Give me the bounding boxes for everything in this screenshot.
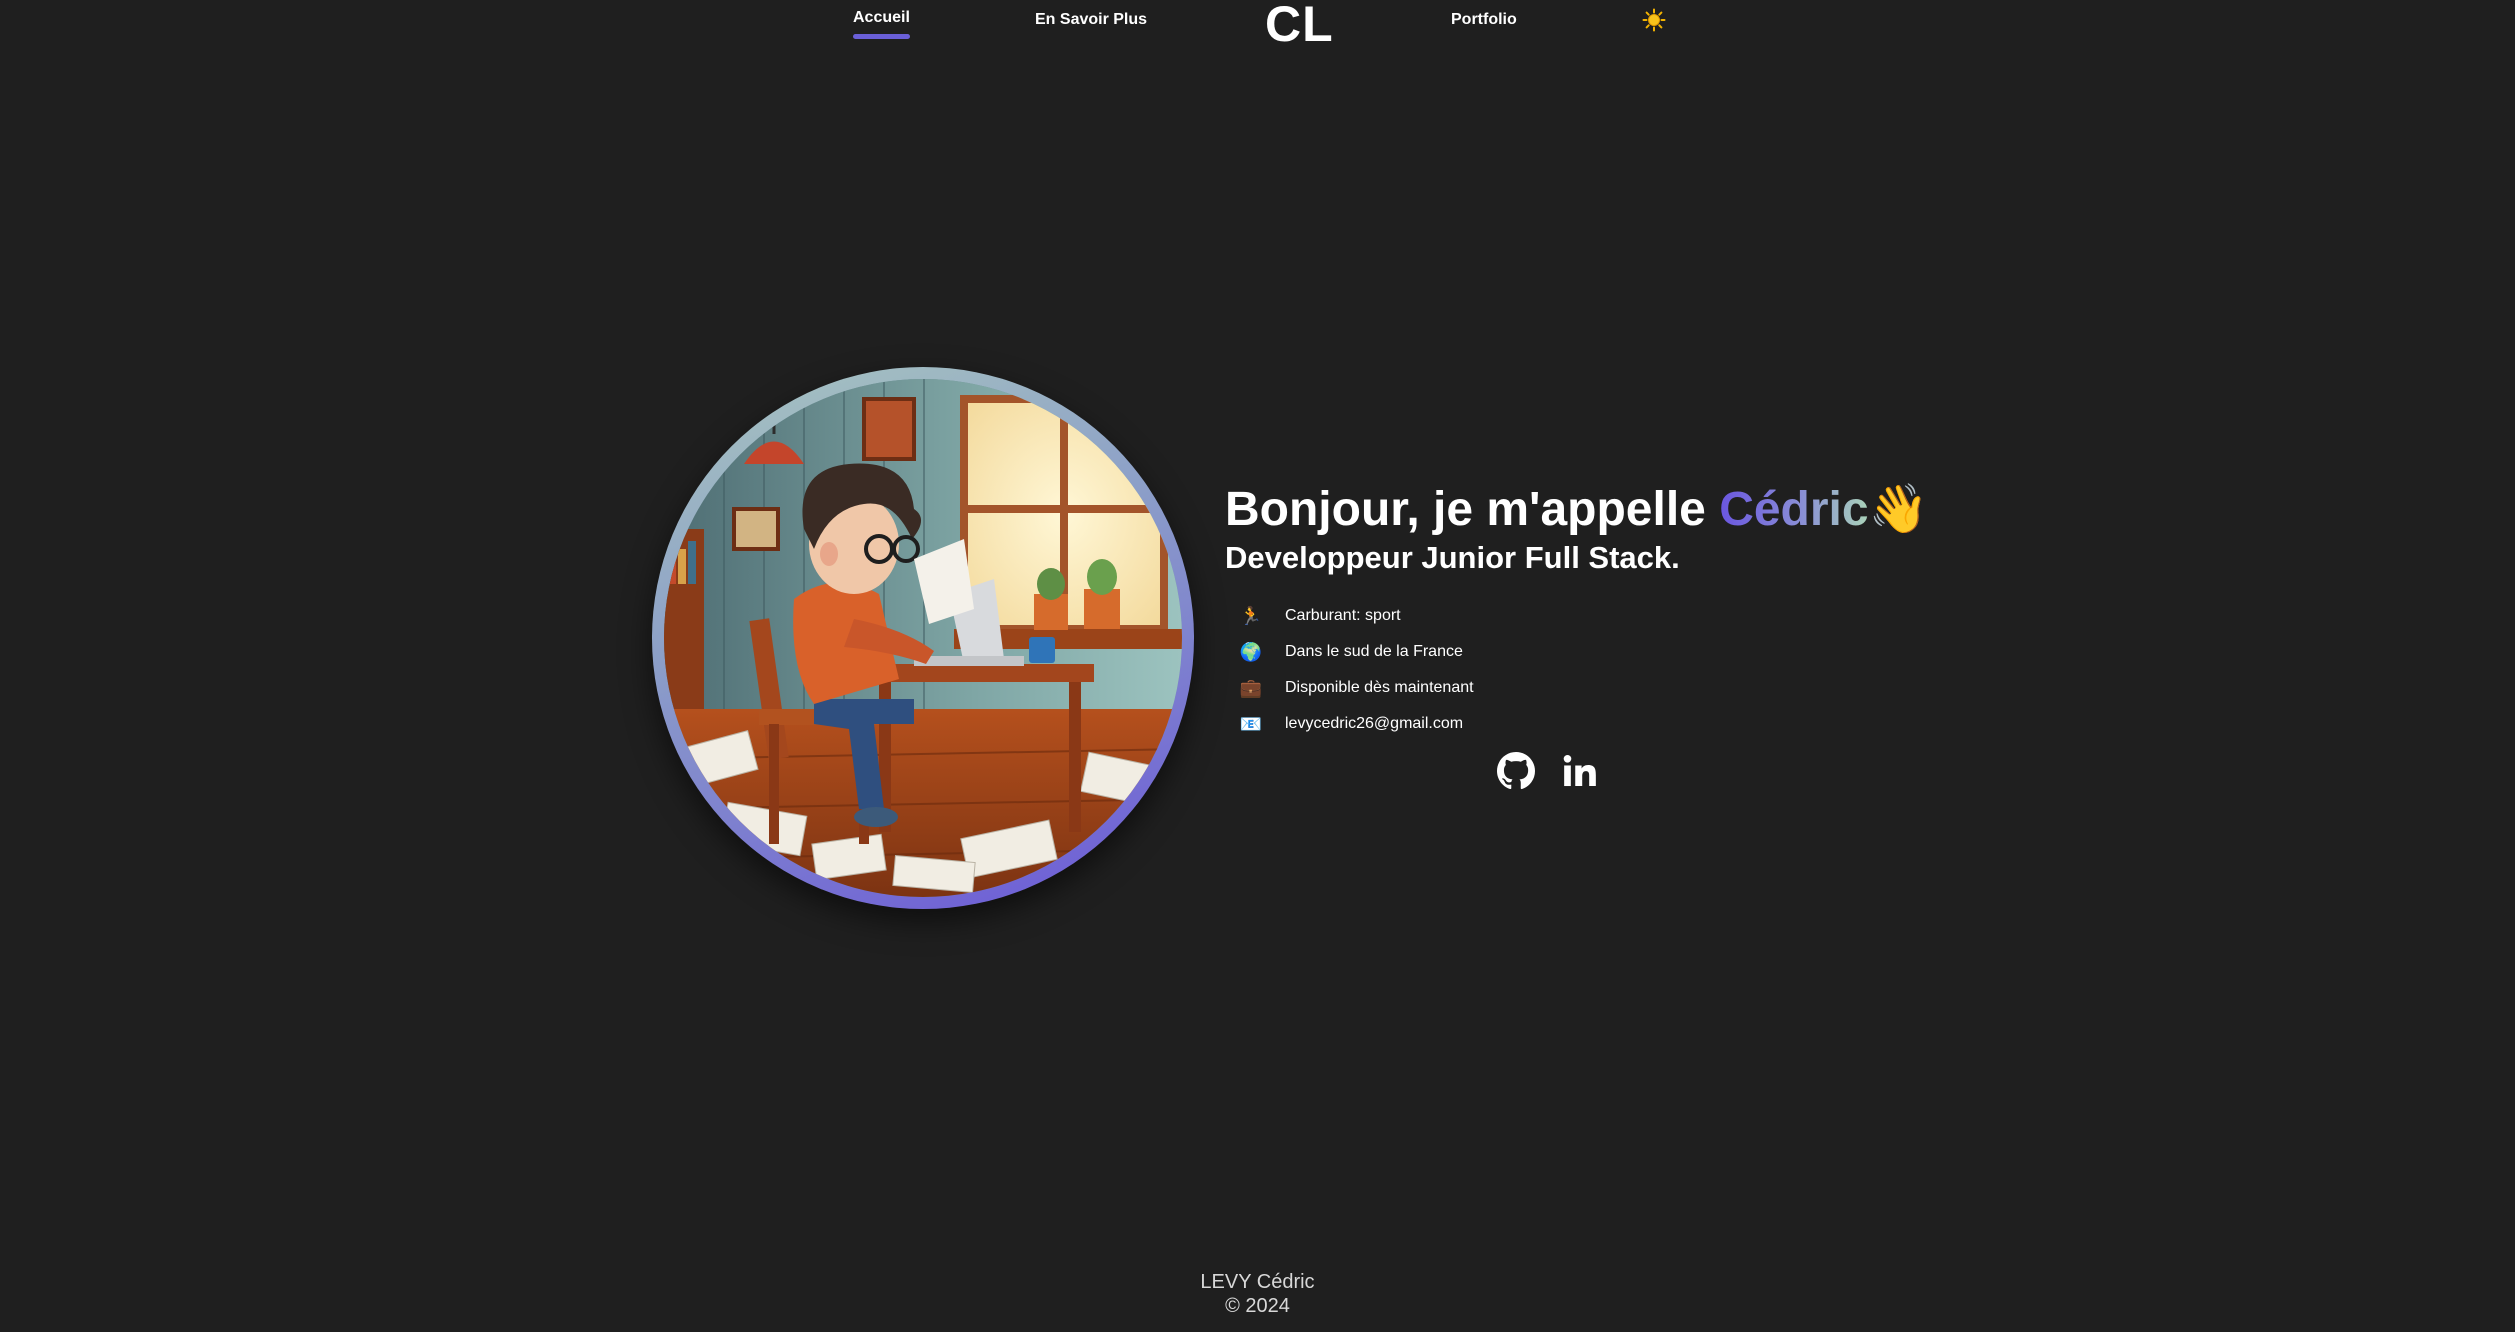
avatar-illustration [664, 379, 1182, 897]
top-navigation: Accueil En Savoir Plus CL Portfolio [0, 0, 2515, 53]
info-item-fuel: 🏃 Carburant: sport [1237, 598, 1474, 634]
page-footer: LEVY Cédric © 2024 [0, 1270, 2515, 1318]
info-text: Carburant: sport [1285, 607, 1401, 624]
info-text: Dans le sud de la France [1285, 643, 1463, 660]
nav-item-en-savoir-plus[interactable]: En Savoir Plus [1035, 11, 1147, 29]
theme-toggle-button[interactable] [1642, 8, 1666, 32]
wave-icon: 👋 [1868, 483, 1929, 536]
info-item-location: 🌍 Dans le sud de la France [1237, 634, 1474, 670]
hero-greeting: Bonjour, je m'appelle [1225, 483, 1720, 536]
info-list: 🏃 Carburant: sport 🌍 Dans le sud de la F… [1237, 598, 1474, 742]
info-text: Disponible dès maintenant [1285, 679, 1474, 696]
social-links [1497, 752, 1599, 795]
globe-icon: 🌍 [1239, 641, 1263, 662]
hero-subtitle: Developpeur Junior Full Stack. [1225, 540, 1680, 575]
info-item-availability: 💼 Disponible dès maintenant [1237, 670, 1474, 706]
github-link[interactable] [1497, 752, 1535, 795]
linkedin-link[interactable] [1561, 752, 1599, 795]
sun-icon [1642, 8, 1666, 32]
footer-name: LEVY Cédric [1200, 1271, 1315, 1293]
email-link[interactable]: levycedric26@gmail.com [1285, 715, 1463, 733]
runner-icon: 🏃 [1239, 605, 1263, 626]
nav-item-portfolio[interactable]: Portfolio [1451, 11, 1517, 29]
footer-copyright: © 2024 [1225, 1295, 1290, 1317]
nav-item-accueil[interactable]: Accueil [853, 9, 910, 39]
profile-avatar [652, 367, 1194, 909]
info-item-email: 📧 levycedric26@gmail.com [1237, 706, 1474, 742]
github-icon [1497, 752, 1535, 790]
hero-name: Cédric [1719, 483, 1869, 536]
hero-heading: Bonjour, je m'appelle Cédric👋 [1225, 480, 1928, 540]
email-icon: 📧 [1239, 713, 1263, 734]
site-logo[interactable]: CL [1265, 0, 1334, 53]
developer-at-desk-illustration [664, 379, 1182, 897]
briefcase-icon: 💼 [1239, 677, 1263, 698]
linkedin-icon [1563, 755, 1596, 787]
